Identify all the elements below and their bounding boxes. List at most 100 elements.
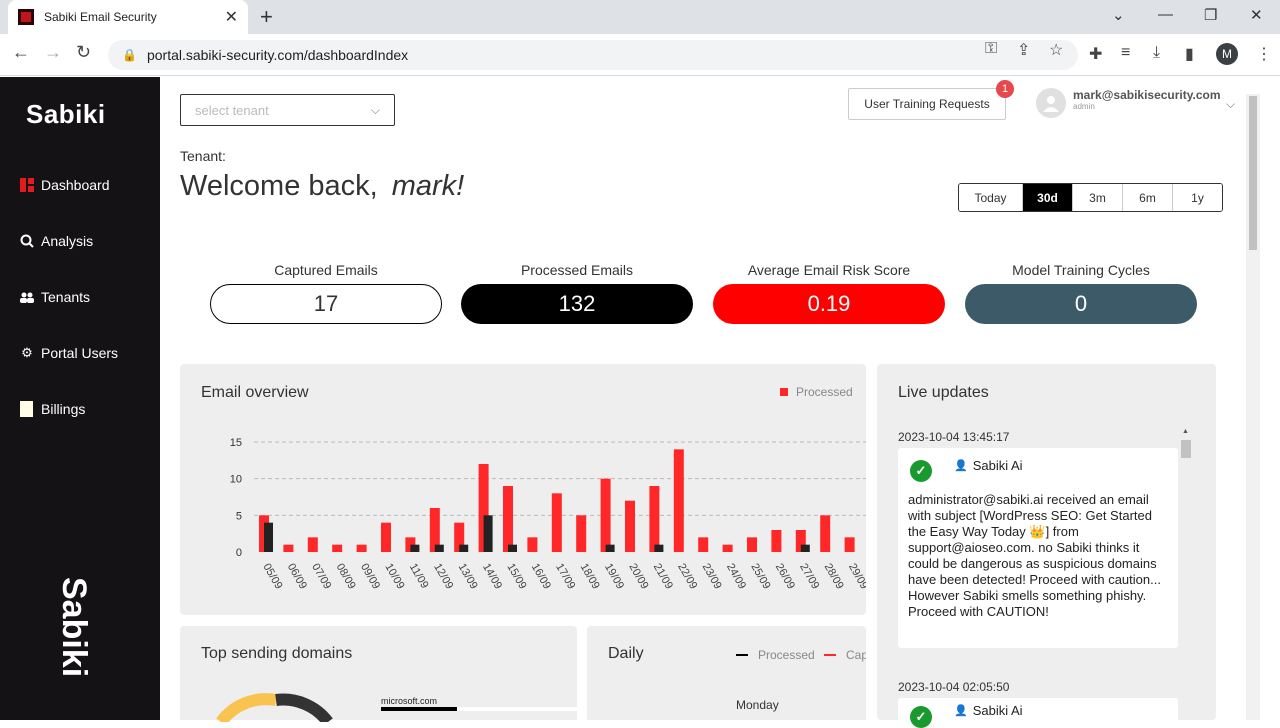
minimize-icon[interactable]: — [1158,6,1173,23]
close-tab-icon[interactable]: ✕ [225,7,238,27]
back-icon[interactable]: ← [12,42,30,63]
bar-processed[interactable] [747,537,757,552]
y-tick-label: 5 [236,510,242,522]
bar-processed[interactable] [356,544,367,552]
user-email[interactable]: mark@sabikisecurity.com [1073,88,1221,102]
bar-processed[interactable] [844,537,855,552]
extensions-icon[interactable]: ✚ [1089,44,1102,64]
range-1y-button[interactable]: 1y [1172,184,1222,211]
bar-processed[interactable] [820,515,831,552]
bar-processed[interactable] [551,493,562,552]
user-training-requests-button[interactable]: User Training Requests [848,88,1006,120]
y-tick-label: 15 [230,437,242,449]
tenant-select[interactable]: select tenant ⌵ [180,94,395,126]
update-card: ✓ 👤 Sabiki Ai [898,698,1178,728]
share-icon[interactable]: ⇪ [1017,40,1030,60]
sidebar-logo[interactable]: Sabiki [26,99,106,130]
stat-captured-emails: Captured Emails 17 [210,262,442,324]
restore-icon[interactable]: ❐ [1204,6,1217,24]
daily-panel: Daily Processed Cap Monday [587,626,866,720]
tab-title: Sabiki Email Security [44,10,157,24]
bar-processed[interactable] [307,537,318,552]
key-icon[interactable]: ⚿ [985,40,997,58]
update-author: 👤 Sabiki Ai [954,703,1023,718]
bar-processed[interactable] [771,530,782,552]
sidebar-item-tenants[interactable]: Tenants [20,289,90,305]
url-field[interactable]: 🔒 portal.sabiki-security.com/dashboardIn… [108,40,1078,70]
bar-captured[interactable] [605,544,615,552]
forward-icon[interactable]: → [44,42,62,63]
user-avatar-icon[interactable] [1036,88,1066,118]
bar-captured[interactable] [483,515,493,552]
page-scroll-thumb[interactable] [1249,96,1257,250]
x-tick-label: 14/09 [480,562,504,592]
document-icon [20,401,34,417]
email-overview-chart: 0 5 10 15 05/09 06/09 07/09 08/09 09/09 10/09 11/0… [230,437,866,592]
live-updates-scrollbar[interactable]: ▲ [1180,428,1192,710]
stat-value: 132 [461,284,693,324]
bar-processed[interactable] [283,544,294,552]
bar-processed[interactable] [698,537,709,552]
user-menu-chevron-icon[interactable]: ⌵ [1226,97,1235,112]
url-text: portal.sabiki-security.com/dashboardInde… [146,47,409,63]
bar-processed[interactable] [625,500,635,552]
bar-processed[interactable] [600,478,611,552]
sidebar-item-portal-users[interactable]: ⚙ Portal Users [20,345,118,361]
page-scrollbar[interactable] [1246,94,1260,720]
user-icon: 👤 [954,460,968,472]
range-today-button[interactable]: Today [959,184,1022,211]
x-tick-label: 23/09 [700,562,724,592]
users-icon [20,290,34,304]
range-3m-button[interactable]: 3m [1072,184,1122,211]
x-tick-label: 25/09 [748,562,772,592]
profile-avatar[interactable]: M [1216,43,1238,65]
bar-captured[interactable] [434,544,444,552]
bar-processed[interactable] [673,449,684,552]
sidebar-item-analysis[interactable]: Analysis [20,233,93,249]
bar-processed[interactable] [381,522,391,552]
bookmark-star-icon[interactable]: ☆ [1049,40,1063,60]
legend-line [824,654,836,656]
download-icon[interactable]: ⤓ [1153,44,1160,62]
sidebar-item-billings[interactable]: Billings [20,401,85,417]
bar-processed[interactable] [649,486,660,552]
sidebar-item-dashboard[interactable]: Dashboard [20,177,110,193]
bar-processed[interactable] [527,537,538,552]
browser-tab[interactable]: Sabiki Email Security ✕ [8,0,248,34]
top-domains-title: Top sending domains [201,645,353,662]
domain-bar-track [381,707,577,711]
menu-icon[interactable]: ⋮ [1256,44,1272,64]
bar-captured[interactable] [654,544,664,552]
range-30d-button[interactable]: 30d [1022,184,1072,211]
daily-legend-captured[interactable]: Cap [824,648,866,662]
user-role: admin [1073,102,1095,111]
bar-processed[interactable] [503,486,513,552]
x-tick-label: 29/09 [846,562,866,592]
domain-label: microsoft.com [381,696,438,706]
new-tab-icon[interactable]: + [260,4,273,30]
range-6m-button[interactable]: 6m [1122,184,1172,211]
scroll-up-icon[interactable]: ▲ [1182,428,1189,435]
media-icon[interactable]: ≡ [1121,44,1130,62]
side-panel-icon[interactable]: ▮ [1185,44,1194,64]
stat-value: 0.19 [713,284,945,324]
x-tick-label: 24/09 [724,562,748,592]
sidebar-item-label: Tenants [41,289,91,305]
scroll-thumb[interactable] [1181,440,1191,458]
bar-processed[interactable] [576,515,587,552]
bar-captured[interactable] [264,522,273,552]
x-tick-label: 21/09 [651,562,675,592]
bar-captured[interactable] [459,544,469,552]
bar-processed[interactable] [722,544,733,552]
x-tick-label: 20/09 [626,562,650,592]
window-close-icon[interactable]: ✕ [1250,6,1263,24]
bar-captured[interactable] [410,544,420,552]
bar-captured[interactable] [508,544,517,552]
daily-legend-processed[interactable]: Processed [736,648,815,662]
bar-captured[interactable] [800,544,810,552]
reload-icon[interactable]: ↻ [76,42,91,63]
y-tick-label: 0 [236,547,242,559]
tab-search-icon[interactable]: ⌄ [1112,6,1125,24]
gear-icon: ⚙ [21,345,33,360]
bar-processed[interactable] [332,544,343,552]
